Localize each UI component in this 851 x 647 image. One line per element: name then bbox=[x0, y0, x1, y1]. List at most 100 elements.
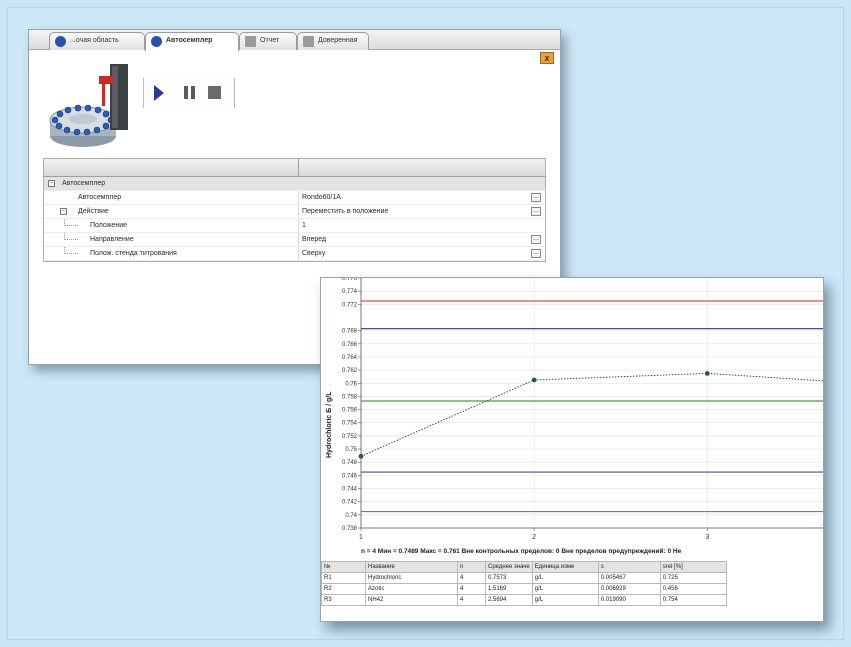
property-row[interactable]: − Автосемплер bbox=[44, 177, 545, 191]
table-cell: Hydrochloric bbox=[365, 572, 458, 584]
column-header[interactable]: Единица изме bbox=[531, 561, 599, 573]
stop-icon[interactable] bbox=[208, 86, 221, 99]
table-row[interactable]: R2 Azotic 4 1.5169 g/L 0.006929 0.456 bbox=[321, 583, 727, 595]
y-tick-label: 0.752 bbox=[342, 434, 358, 440]
y-tick-label: 0.742 bbox=[342, 500, 358, 506]
property-value[interactable]: Вперед bbox=[302, 233, 326, 246]
tree-expander-icon[interactable]: − bbox=[60, 208, 67, 215]
autosampler-device-icon bbox=[49, 64, 128, 147]
column-header[interactable]: n bbox=[457, 561, 486, 573]
table-cell: g/L bbox=[531, 594, 599, 606]
property-value[interactable]: Сверху bbox=[302, 247, 325, 260]
playback-controls bbox=[143, 78, 235, 108]
table-cell: 4 bbox=[457, 583, 486, 595]
table-cell: 4 bbox=[457, 572, 486, 584]
column-header[interactable]: № bbox=[321, 561, 366, 573]
ellipsis-button[interactable]: … bbox=[531, 235, 541, 244]
y-tick-label: 0.74 bbox=[345, 513, 357, 519]
tab-label: Доверенная bbox=[318, 37, 358, 44]
table-cell: g/L bbox=[531, 583, 599, 595]
grid-body: − Автосемплер Автосемплер Rondo60/1A… − Дейст… bbox=[44, 177, 545, 261]
property-key: Действие bbox=[78, 208, 109, 215]
tab-workspace[interactable]: ...очая область bbox=[49, 32, 145, 50]
table-cell: R3 bbox=[321, 594, 366, 606]
autosampler-icon bbox=[151, 36, 162, 47]
property-grid: − Автосемплер Автосемплер Rondo60/1A… − Дейст… bbox=[43, 158, 546, 262]
pause-icon[interactable] bbox=[182, 85, 198, 101]
data-point[interactable] bbox=[531, 377, 537, 383]
table-cell: 0.006929 bbox=[597, 583, 661, 595]
table-cell: NH42 bbox=[365, 594, 458, 606]
series-layer bbox=[358, 370, 823, 459]
y-tick-label: 0.75 bbox=[345, 447, 357, 453]
workspace-icon bbox=[55, 36, 66, 47]
y-tick-label: 0.748 bbox=[342, 460, 358, 466]
y-tick-label: 0.754 bbox=[342, 421, 358, 427]
tab-report[interactable]: Отчет bbox=[239, 32, 297, 50]
property-value[interactable]: 1 bbox=[302, 219, 306, 232]
results-header-row: № Название n Среднее значе Единица изме s srel… bbox=[321, 561, 727, 573]
results-table: № Название n Среднее значе Единица изме s srel… bbox=[321, 561, 727, 606]
column-header[interactable]: srel [%] bbox=[659, 561, 727, 573]
ellipsis-button[interactable]: … bbox=[531, 193, 541, 202]
table-cell: 2.5694 bbox=[485, 594, 533, 606]
ellipsis-button[interactable]: … bbox=[531, 249, 541, 258]
y-axis-label: Hydrochloric Б / g/L bbox=[326, 391, 333, 458]
series-line bbox=[360, 372, 823, 457]
table-cell: 0.019090 bbox=[597, 594, 661, 606]
property-value[interactable]: Rondo60/1A bbox=[302, 191, 341, 204]
table-row[interactable]: R1 Hydrochloric 4 0.7573 g/L 0.005467 0.725 bbox=[321, 572, 727, 584]
tab-bar: ...очая область Автосемплер Отчет Довере… bbox=[29, 30, 560, 51]
column-header[interactable]: Среднее значе bbox=[485, 561, 533, 573]
x-tick-label: 1 bbox=[359, 534, 363, 541]
property-row[interactable]: Положение 1 bbox=[44, 219, 545, 233]
y-tick-label: 0.776 bbox=[342, 278, 358, 282]
control-chart: 0.776 0.774 0.772 0.768 0.766 0.764 0.762 0.76 0… bbox=[326, 278, 823, 541]
table-cell: 1.5169 bbox=[485, 583, 533, 595]
tree-expander-icon[interactable]: − bbox=[48, 180, 55, 187]
property-row[interactable]: − Действие Переместить в положение … bbox=[44, 205, 545, 219]
table-cell: 4 bbox=[457, 594, 486, 606]
tab-label: ...очая область bbox=[70, 37, 119, 44]
tab-label: Отчет bbox=[260, 37, 280, 44]
property-key: Автосемплер bbox=[78, 194, 122, 201]
tab-autosampler[interactable]: Автосемплер bbox=[145, 32, 239, 51]
y-tick-label: 0.774 bbox=[342, 289, 358, 295]
table-cell: 0.456 bbox=[659, 583, 727, 595]
tab-trust[interactable]: Доверенная bbox=[297, 32, 369, 50]
property-value[interactable]: Переместить в положение bbox=[302, 205, 388, 218]
table-cell: R1 bbox=[321, 572, 366, 584]
chart-grid bbox=[360, 278, 823, 529]
y-tick-label: 0.772 bbox=[342, 302, 358, 308]
table-cell: 0.7573 bbox=[485, 572, 533, 584]
y-tick-label: 0.766 bbox=[342, 342, 358, 348]
x-tick-label: 3 bbox=[705, 534, 709, 541]
table-cell: 0.754 bbox=[659, 594, 727, 606]
property-row[interactable]: Направление Вперед… bbox=[44, 233, 545, 247]
column-header[interactable]: s bbox=[597, 561, 661, 573]
property-key: Автосемплер bbox=[62, 180, 106, 187]
property-key: Положение bbox=[90, 222, 127, 229]
y-tick-label: 0.756 bbox=[342, 408, 358, 414]
report-icon bbox=[245, 36, 256, 47]
table-cell: R2 bbox=[321, 583, 366, 595]
data-point[interactable] bbox=[704, 370, 710, 376]
y-tick-label: 0.764 bbox=[342, 355, 358, 361]
column-header[interactable]: Название bbox=[365, 561, 458, 573]
table-cell: Azotic bbox=[365, 583, 458, 595]
grid-header bbox=[44, 159, 545, 177]
y-tick-label: 0.76 bbox=[345, 381, 357, 387]
reference-lines bbox=[361, 300, 823, 513]
tab-label: Автосемплер bbox=[166, 37, 213, 44]
play-icon[interactable] bbox=[154, 85, 164, 101]
y-tick-label: 0.758 bbox=[342, 394, 358, 400]
property-row[interactable]: Автосемплер Rondo60/1A … bbox=[44, 191, 545, 205]
table-cell: g/L bbox=[531, 572, 599, 584]
property-row[interactable]: Полож. стенда титрования Сверху… bbox=[44, 247, 545, 261]
y-tick-label: 0.768 bbox=[342, 329, 358, 335]
close-button[interactable]: x bbox=[540, 52, 554, 64]
table-cell: 0.725 bbox=[659, 572, 727, 584]
table-row[interactable]: R3 NH42 4 2.5694 g/L 0.019090 0.754 bbox=[321, 594, 727, 606]
y-tick-label: 0.746 bbox=[342, 473, 358, 479]
ellipsis-button[interactable]: … bbox=[531, 207, 541, 216]
